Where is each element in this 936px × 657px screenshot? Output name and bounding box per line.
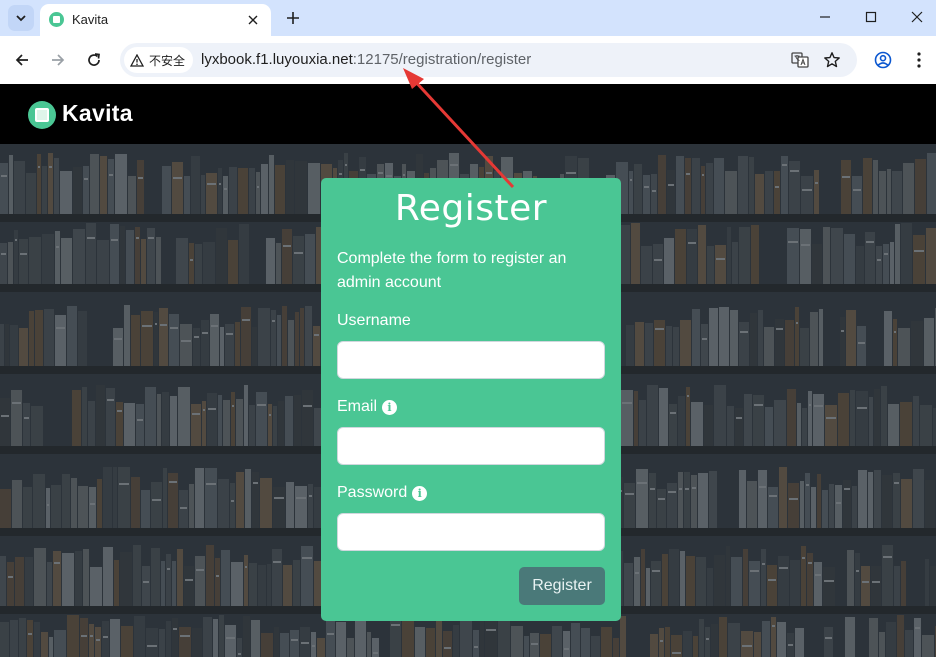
browser-toolbar: 不安全 lyxbook.f1.luyouxia.net:12175/regist… bbox=[0, 36, 936, 84]
url-path: :12175/registration/register bbox=[352, 51, 532, 68]
reload-icon bbox=[88, 53, 100, 66]
minimize-button[interactable] bbox=[802, 0, 848, 34]
address-bar[interactable]: 不安全 lyxbook.f1.luyouxia.net:12175/regist… bbox=[120, 43, 857, 77]
email-label-text: Email bbox=[337, 398, 378, 415]
tab-title: Kavita bbox=[72, 12, 109, 27]
app-navbar: Kavita bbox=[0, 84, 936, 144]
warning-icon bbox=[130, 53, 144, 67]
reload-button[interactable] bbox=[80, 46, 108, 74]
star-icon bbox=[824, 52, 840, 68]
translate-icon bbox=[791, 52, 809, 68]
url-text: lyxbook.f1.luyouxia.net:12175/registrati… bbox=[201, 51, 531, 68]
email-input[interactable] bbox=[337, 427, 605, 465]
security-label: 不安全 bbox=[149, 53, 186, 68]
forward-arrow-icon bbox=[52, 54, 65, 66]
brand-name[interactable]: Kavita bbox=[62, 100, 133, 127]
translate-button[interactable] bbox=[788, 48, 812, 72]
back-arrow-icon bbox=[15, 54, 28, 66]
password-label: Password i bbox=[337, 484, 428, 502]
username-label: Username bbox=[337, 312, 411, 330]
bookmark-button[interactable] bbox=[820, 48, 844, 72]
maximize-icon bbox=[865, 11, 877, 23]
browser-tab-bar: Kavita bbox=[0, 0, 936, 36]
tab-close-button[interactable] bbox=[243, 10, 263, 30]
url-host: lyxbook.f1.luyouxia.net bbox=[201, 51, 353, 68]
kavita-logo-icon[interactable] bbox=[28, 101, 56, 129]
email-label: Email i bbox=[337, 398, 398, 416]
register-button[interactable]: Register bbox=[519, 567, 605, 605]
forward-button[interactable] bbox=[44, 46, 72, 74]
info-icon[interactable]: i bbox=[412, 485, 428, 501]
username-input[interactable] bbox=[337, 341, 605, 379]
username-label-text: Username bbox=[337, 312, 411, 329]
tab-search-button[interactable] bbox=[8, 5, 34, 31]
new-tab-button[interactable] bbox=[280, 5, 306, 31]
back-button[interactable] bbox=[8, 46, 36, 74]
browser-menu-button[interactable] bbox=[905, 46, 933, 74]
window-close-button[interactable] bbox=[894, 0, 936, 34]
plus-icon bbox=[287, 12, 299, 24]
page-title: Register bbox=[394, 188, 548, 229]
chevron-down-icon bbox=[16, 15, 26, 22]
security-chip[interactable]: 不安全 bbox=[124, 47, 194, 73]
info-icon[interactable]: i bbox=[382, 399, 398, 415]
form-description: Complete the form to register an admin a… bbox=[337, 250, 567, 291]
profile-button[interactable] bbox=[869, 46, 897, 74]
maximize-button[interactable] bbox=[848, 0, 894, 34]
profile-icon bbox=[874, 51, 892, 69]
close-icon bbox=[911, 11, 923, 23]
kavita-favicon-icon bbox=[49, 12, 64, 27]
register-card: Register Complete the form to register a… bbox=[321, 178, 621, 621]
password-input[interactable] bbox=[337, 513, 605, 551]
close-icon bbox=[248, 15, 258, 25]
password-label-text: Password bbox=[337, 484, 408, 501]
minimize-icon bbox=[820, 16, 830, 18]
active-tab[interactable]: Kavita bbox=[40, 4, 271, 36]
kebab-menu-icon bbox=[917, 52, 921, 68]
